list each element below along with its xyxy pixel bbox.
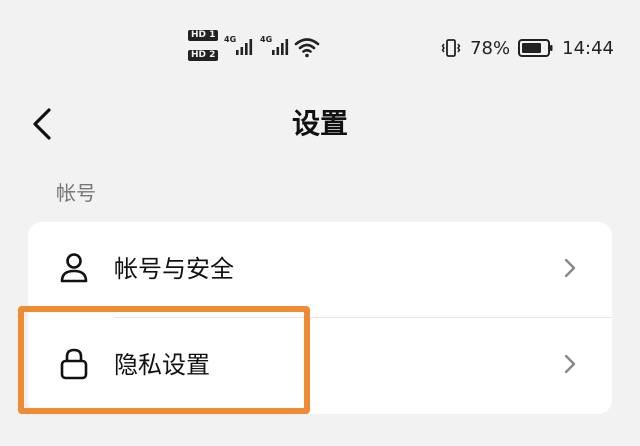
clock: 14:44 bbox=[562, 37, 614, 59]
list-item-privacy-settings[interactable]: 隐私设置 bbox=[28, 318, 612, 414]
hd1-badge: HD 1 bbox=[188, 30, 219, 41]
list-item-label: 帐号与安全 bbox=[114, 255, 234, 283]
page-title: 设置 bbox=[291, 107, 348, 140]
chevron-right-icon bbox=[564, 354, 576, 374]
account-settings-card: 帐号与安全 隐私设置 bbox=[28, 222, 612, 414]
hd2-badge: HD 2 bbox=[188, 50, 219, 61]
section-header-account: 帐号 bbox=[56, 181, 96, 205]
battery-icon bbox=[518, 39, 553, 57]
wifi-icon bbox=[294, 38, 320, 58]
signal-bars-icon bbox=[236, 39, 253, 55]
list-item-account-security[interactable]: 帐号与安全 bbox=[28, 222, 612, 318]
list-item-label: 隐私设置 bbox=[114, 351, 210, 379]
vibrate-icon bbox=[441, 39, 461, 57]
battery-percent: 78% bbox=[470, 37, 511, 59]
right-status: 78% 14:44 bbox=[440, 34, 614, 62]
chevron-right-icon bbox=[564, 258, 576, 278]
lock-icon bbox=[60, 348, 88, 380]
signal-bars-icon bbox=[272, 39, 289, 55]
status-bar: HD 1 HD 2 4G 4G 78% 14:44 bbox=[0, 0, 640, 92]
sim-status: HD 1 HD 2 4G 4G bbox=[188, 28, 320, 64]
person-icon bbox=[60, 253, 88, 283]
